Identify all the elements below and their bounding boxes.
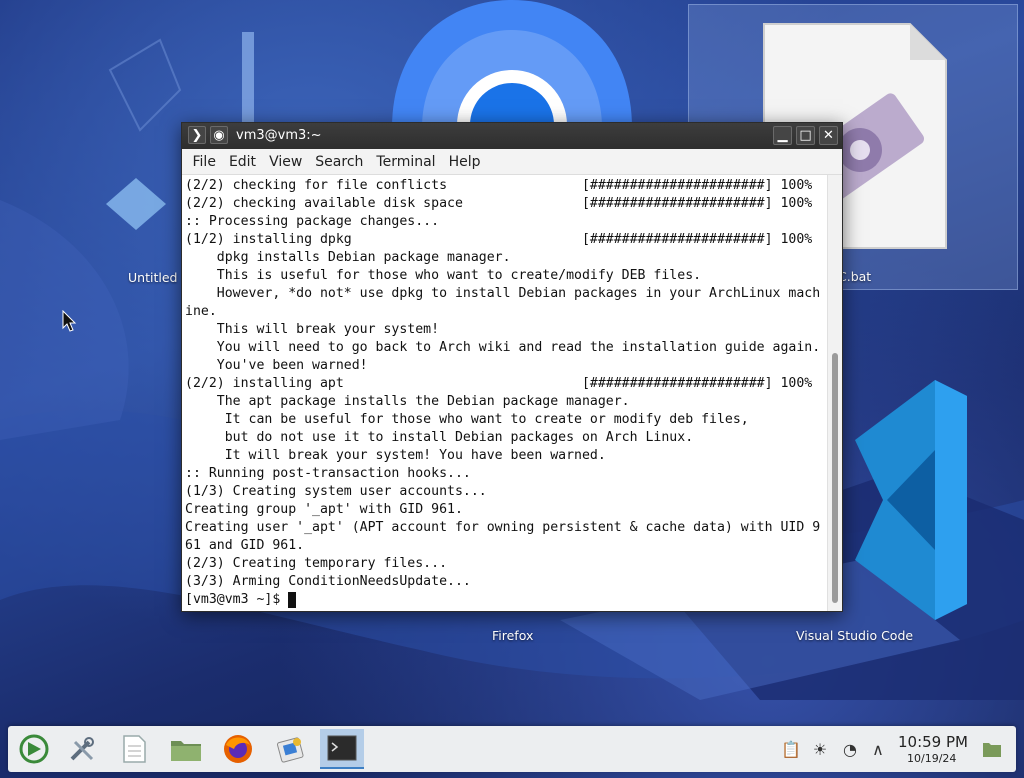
terminal-line: It can be useful for those who want to c… bbox=[185, 412, 749, 427]
show-desktop-icon[interactable] bbox=[982, 739, 1002, 759]
scrollbar-thumb[interactable] bbox=[832, 353, 838, 603]
clock-time[interactable]: 10:59 PM bbox=[898, 733, 968, 751]
clock-date[interactable]: 10/19/24 bbox=[907, 752, 956, 765]
tray-expand-icon[interactable]: ∧ bbox=[868, 739, 888, 759]
terminal-line: (2/3) Creating temporary files... bbox=[185, 556, 448, 571]
menu-bar: File Edit View Search Terminal Help bbox=[182, 149, 842, 175]
menu-help[interactable]: Help bbox=[442, 154, 487, 170]
terminal-line: You've been warned! bbox=[185, 358, 368, 373]
terminal-output[interactable]: (2/2) checking for file conflicts [#####… bbox=[182, 175, 828, 611]
clipboard-icon[interactable]: 📋 bbox=[781, 739, 801, 759]
taskbar-terminal[interactable] bbox=[320, 729, 364, 769]
taskbar-firefox[interactable] bbox=[216, 729, 260, 769]
menu-search[interactable]: Search bbox=[309, 154, 370, 170]
terminal-window[interactable]: ❯ ◉ vm3@vm3:~ ▁ □ ✕ File Edit View Searc… bbox=[181, 122, 843, 612]
terminal-line: (3/3) Arming ConditionNeedsUpdate... bbox=[185, 574, 471, 589]
terminal-line: (1/3) Creating system user accounts... bbox=[185, 484, 487, 499]
menu-terminal[interactable]: Terminal bbox=[370, 154, 442, 170]
terminal-line: dpkg installs Debian package manager. bbox=[185, 250, 511, 265]
window-menu-icon[interactable]: ◉ bbox=[210, 126, 228, 144]
vscode-icon bbox=[855, 380, 967, 620]
tools-icon bbox=[70, 737, 94, 761]
terminal-line: Creating group '_apt' with GID 961. bbox=[185, 502, 463, 517]
terminal-line: :: Processing package changes... bbox=[185, 214, 440, 229]
maximize-icon[interactable]: □ bbox=[796, 126, 815, 145]
terminal-line: However, *do not* use dpkg to install De… bbox=[185, 286, 821, 301]
terminal-line: but do not use it to install Debian pack… bbox=[185, 430, 694, 445]
chrome-icon[interactable] bbox=[382, 0, 642, 130]
taskbar: 📋 ☀ ◔ ∧ 10:59 PM 10/19/24 bbox=[8, 726, 1016, 772]
terminal-line: :: Running post-transaction hooks... bbox=[185, 466, 471, 481]
taskbar-settings-tools[interactable] bbox=[60, 729, 104, 769]
minimize-icon[interactable]: ▁ bbox=[773, 126, 792, 145]
start-menu-icon bbox=[19, 734, 49, 764]
desktop-icon-firefox[interactable]: Firefox bbox=[470, 620, 560, 650]
folder-icon bbox=[171, 741, 201, 761]
window-titlebar[interactable]: ❯ ◉ vm3@vm3:~ ▁ □ ✕ bbox=[182, 123, 842, 149]
terminal-line: Creating user '_apt' (APT account for ow… bbox=[185, 520, 821, 535]
brightness-icon[interactable]: ☀ bbox=[810, 739, 830, 759]
menu-file[interactable]: File bbox=[186, 154, 222, 170]
terminal-scrollbar[interactable] bbox=[827, 175, 842, 611]
document-icon bbox=[123, 735, 146, 763]
window-title: vm3@vm3:~ bbox=[236, 128, 322, 143]
app-menu-button[interactable] bbox=[12, 729, 56, 769]
network-icon[interactable]: ◔ bbox=[840, 739, 860, 759]
terminal-line: (2/2) checking available disk space [###… bbox=[185, 196, 813, 211]
terminal-icon bbox=[327, 735, 357, 761]
diamond-file-icon bbox=[106, 178, 166, 230]
terminal-line: The apt package installs the Debian pack… bbox=[185, 394, 630, 409]
taskbar-file-manager[interactable] bbox=[164, 729, 208, 769]
shell-prompt: [vm3@vm3 ~]$ bbox=[185, 592, 289, 607]
terminal-line: ine. bbox=[185, 304, 217, 319]
taskbar-text-editor[interactable] bbox=[112, 729, 156, 769]
firefox-icon bbox=[224, 735, 252, 763]
terminal-line: 61 and GID 961. bbox=[185, 538, 305, 553]
close-icon[interactable]: ✕ bbox=[819, 126, 838, 145]
text-cursor bbox=[288, 592, 297, 608]
terminal-prompt-icon[interactable]: ❯ bbox=[188, 126, 206, 144]
menu-edit[interactable]: Edit bbox=[222, 154, 262, 170]
terminal-line: This will break your system! bbox=[185, 322, 440, 337]
terminal-line: (2/2) checking for file conflicts [#####… bbox=[185, 178, 813, 193]
terminal-line: (2/2) installing apt [##################… bbox=[185, 376, 813, 391]
desktop-icon-label: Untitled bbox=[128, 270, 178, 285]
terminal-prompt-line[interactable]: [vm3@vm3 ~]$ bbox=[185, 591, 828, 609]
desktop-icon-label: Visual Studio Code bbox=[796, 628, 914, 643]
terminal-line: (1/2) installing dpkg [#################… bbox=[185, 232, 813, 247]
terminal-line: You will need to go back to Arch wiki an… bbox=[185, 340, 821, 355]
terminal-line: It will break your system! You have been… bbox=[185, 448, 606, 463]
package-icon bbox=[276, 737, 304, 763]
taskbar-software-center[interactable] bbox=[268, 729, 312, 769]
desktop-icon-label: Firefox bbox=[492, 628, 534, 643]
terminal-line: This is useful for those who want to cre… bbox=[185, 268, 702, 283]
menu-view[interactable]: View bbox=[263, 154, 309, 170]
mouse-pointer-icon bbox=[62, 310, 77, 332]
desktop-icon-untitled[interactable]: Untitled bbox=[96, 170, 178, 290]
